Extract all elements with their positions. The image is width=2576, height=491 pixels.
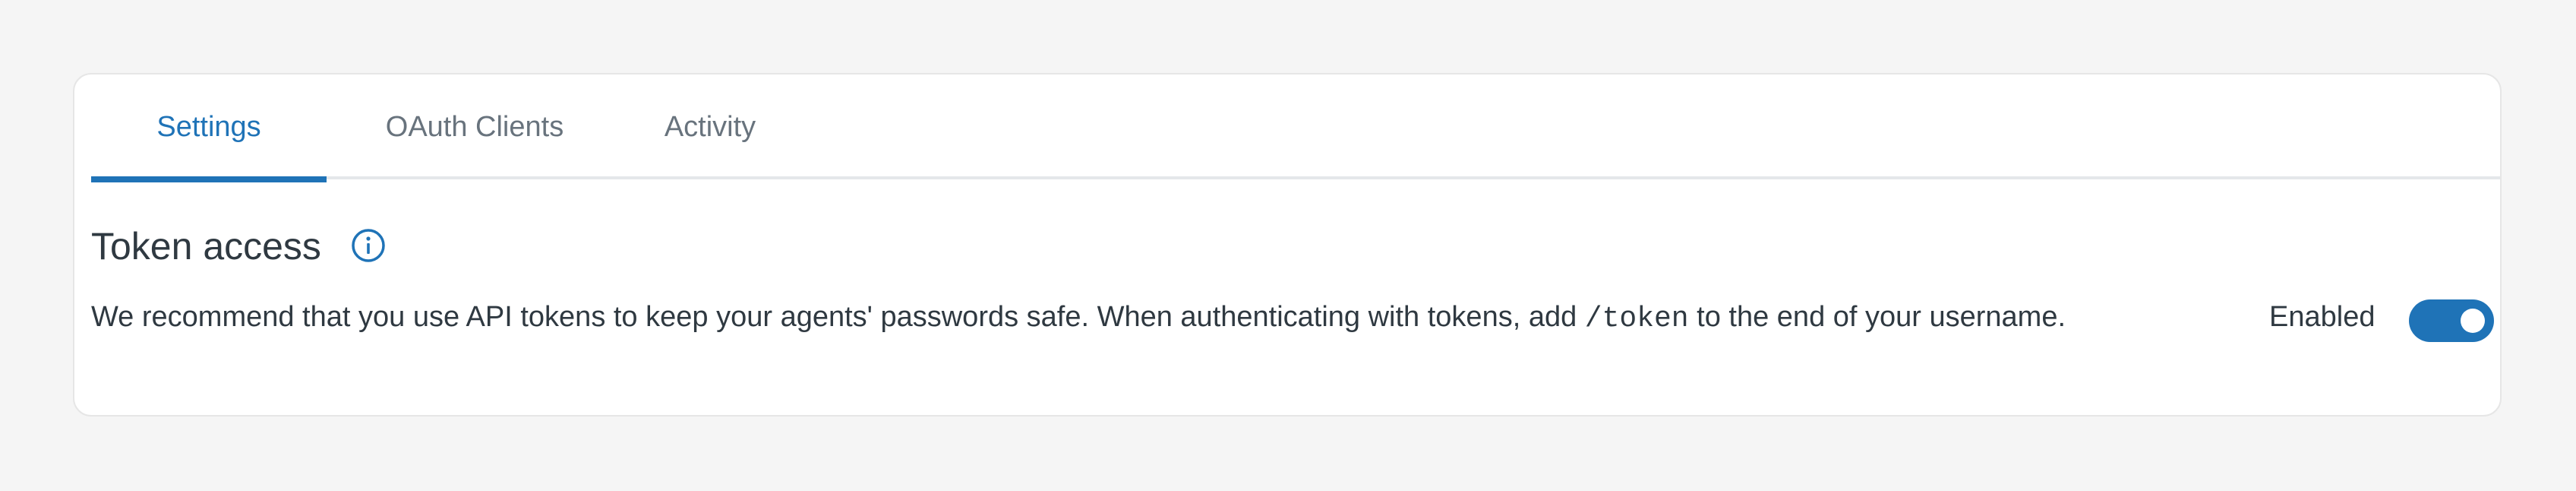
tab-settings[interactable]: Settings (91, 74, 327, 182)
tab-activity[interactable]: Activity (615, 74, 805, 179)
tab-bar: Settings OAuth Clients Activity (91, 74, 2500, 182)
token-suffix-code: /token (1584, 303, 1689, 335)
description-text-before: We recommend that you use API tokens to … (91, 301, 1585, 333)
info-circle-icon[interactable] (349, 226, 387, 265)
settings-panel: Settings OAuth Clients Activity Token ac… (73, 73, 2502, 417)
section-title: Token access (91, 225, 321, 268)
enabled-label: Enabled (2269, 301, 2376, 333)
tab-oauth-clients[interactable]: OAuth Clients (349, 74, 600, 179)
toggle-knob (2461, 309, 2485, 333)
description-text-after: to the end of your username. (1688, 301, 2066, 333)
token-access-description: We recommend that you use API tokens to … (91, 299, 2066, 337)
token-access-toggle[interactable] (2409, 299, 2494, 342)
